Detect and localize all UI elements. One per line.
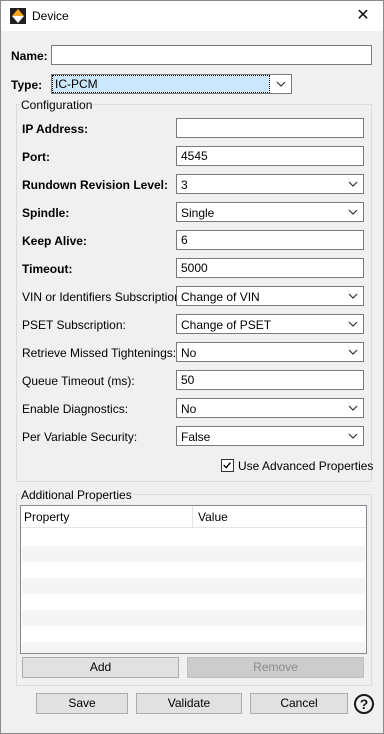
rundown-revision-value: 3 (181, 178, 188, 192)
port-label: Port: (22, 150, 50, 164)
queue-timeout-label: Queue Timeout (ms): (22, 374, 135, 388)
per-variable-security-label: Per Variable Security: (22, 430, 138, 444)
title-bar: Device ✕ (1, 1, 383, 31)
pset-subscription-select[interactable]: Change of PSET (176, 314, 364, 334)
per-variable-security-select[interactable]: False (176, 426, 364, 446)
cancel-button[interactable]: Cancel (250, 693, 348, 714)
chevron-down-icon (348, 209, 358, 215)
type-select-value: IC-PCM (52, 75, 270, 93)
chevron-down-icon (348, 349, 358, 355)
spindle-label: Spindle: (22, 206, 70, 220)
keep-alive-input[interactable]: 6 (176, 230, 364, 250)
close-icon: ✕ (356, 7, 370, 24)
rundown-revision-select[interactable]: 3 (176, 174, 364, 194)
chevron-down-icon (276, 81, 286, 87)
column-header-value[interactable]: Value (198, 510, 228, 524)
app-logo-icon (10, 8, 26, 24)
enable-diagnostics-value: No (181, 402, 197, 416)
spindle-value: Single (181, 206, 215, 220)
chevron-down-icon (348, 405, 358, 411)
timeout-input[interactable]: 5000 (176, 258, 364, 278)
ip-address-input[interactable] (176, 118, 364, 138)
pset-subscription-label: PSET Subscription: (22, 318, 126, 332)
rundown-revision-label: Rundown Revision Level: (22, 178, 169, 192)
chevron-down-icon (348, 181, 358, 187)
pset-subscription-value: Change of PSET (181, 318, 272, 332)
retrieve-missed-select[interactable]: No (176, 342, 364, 362)
vin-subscription-select[interactable]: Change of VIN (176, 286, 364, 306)
close-button[interactable]: ✕ (343, 1, 383, 31)
grid-header: Property Value (21, 506, 366, 528)
help-icon[interactable]: ? (354, 694, 374, 714)
type-label: Type: (11, 78, 43, 92)
port-input[interactable]: 4545 (176, 146, 364, 166)
window-title: Device (32, 9, 69, 23)
validate-button[interactable]: Validate (136, 693, 242, 714)
column-divider[interactable] (192, 506, 193, 528)
name-input[interactable] (51, 45, 372, 65)
vin-subscription-label: VIN or Identifiers Subscription: (22, 290, 185, 304)
add-property-button[interactable]: Add (22, 657, 179, 678)
type-select[interactable]: IC-PCM (51, 74, 292, 94)
retrieve-missed-value: No (181, 346, 197, 360)
retrieve-missed-label: Retrieve Missed Tightenings: (22, 346, 177, 360)
additional-properties-group-title: Additional Properties (20, 488, 133, 502)
device-dialog: Device ✕ Name: Type: IC-PCM Configuratio… (0, 0, 384, 734)
enable-diagnostics-label: Enable Diagnostics: (22, 402, 129, 416)
ip-address-label: IP Address: (22, 122, 89, 136)
save-button[interactable]: Save (36, 693, 128, 714)
empty-row (22, 578, 365, 594)
configuration-group-title: Configuration (20, 98, 94, 112)
timeout-label: Timeout: (22, 262, 73, 276)
empty-row (22, 610, 365, 626)
enable-diagnostics-select[interactable]: No (176, 398, 364, 418)
vin-subscription-value: Change of VIN (181, 290, 260, 304)
chevron-down-icon (348, 293, 358, 299)
advanced-properties-label[interactable]: Use Advanced Properties (238, 459, 373, 473)
remove-property-button[interactable]: Remove (187, 657, 364, 678)
properties-grid[interactable]: Property Value (20, 505, 367, 654)
name-label: Name: (11, 49, 48, 63)
column-header-property[interactable]: Property (24, 510, 69, 524)
empty-row (22, 546, 365, 562)
empty-row (22, 642, 365, 653)
spindle-select[interactable]: Single (176, 202, 364, 222)
checkmark-icon (223, 462, 231, 469)
chevron-down-icon (348, 321, 358, 327)
per-variable-security-value: False (181, 430, 211, 444)
advanced-properties-checkbox[interactable] (221, 459, 234, 472)
queue-timeout-input[interactable]: 50 (176, 370, 364, 390)
chevron-down-icon (348, 433, 358, 439)
keep-alive-label: Keep Alive: (22, 234, 87, 248)
